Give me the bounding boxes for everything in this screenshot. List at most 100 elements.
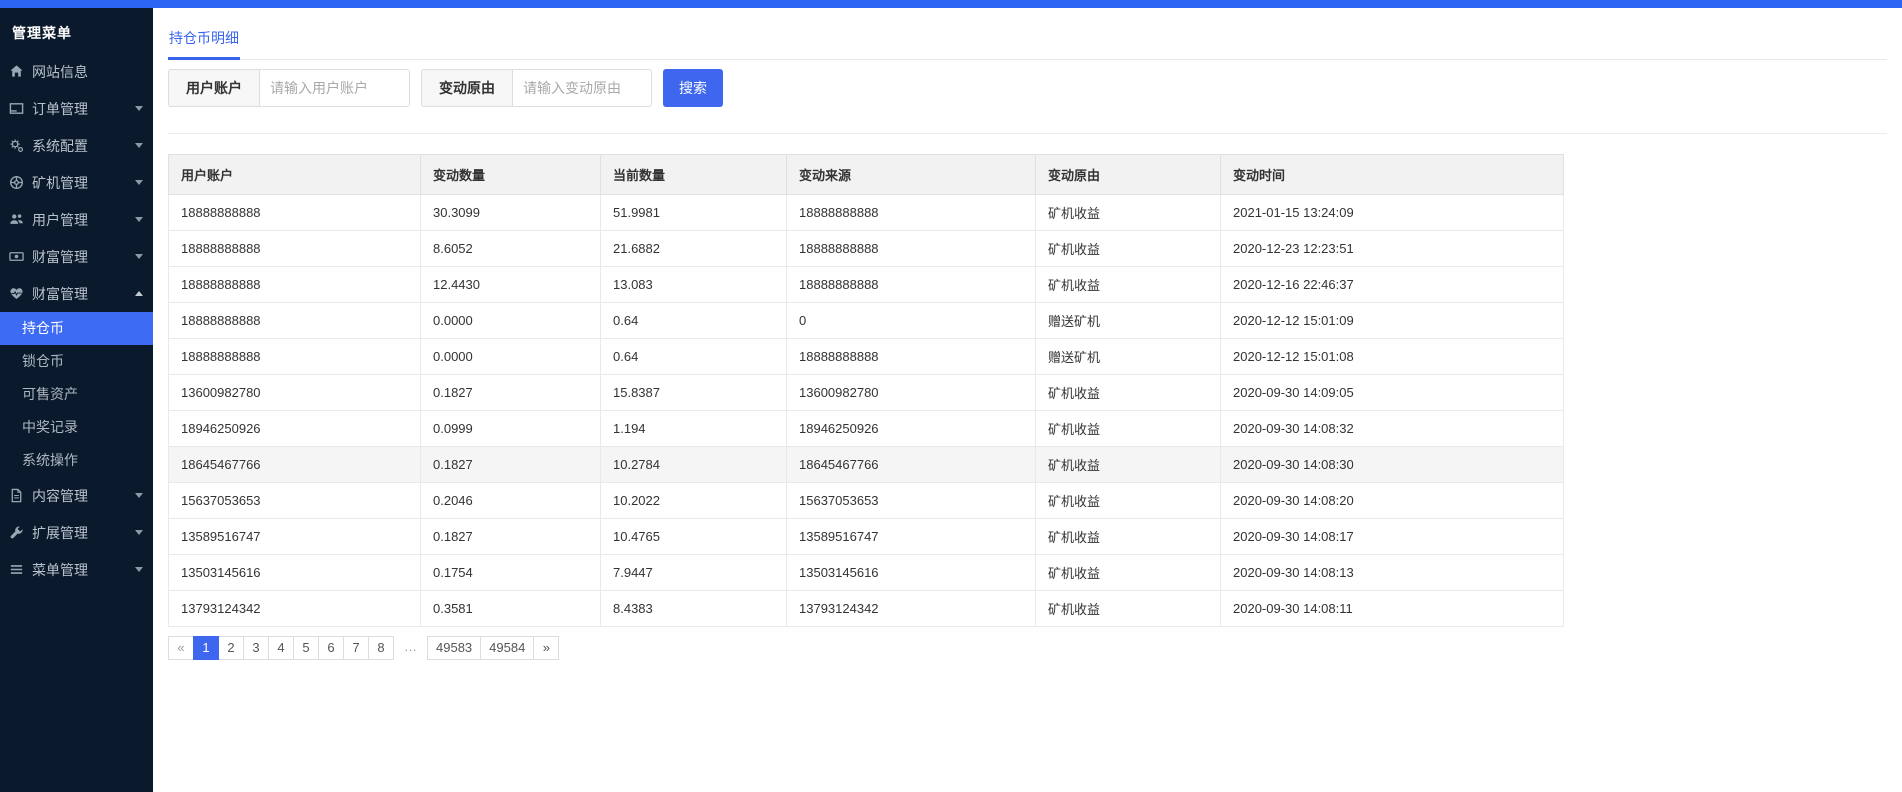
column-header: 当前数量 [601, 155, 787, 195]
gears-icon [9, 138, 25, 153]
prev-page-button[interactable]: « [168, 636, 194, 660]
chevron-down-icon [135, 493, 143, 498]
page-button[interactable]: 7 [343, 636, 369, 660]
users-icon [9, 212, 25, 227]
table-cell: 0.64 [601, 339, 787, 375]
sidebar-item[interactable]: 财富管理 [0, 238, 153, 275]
sidebar-subitem[interactable]: 可售资产 [0, 378, 153, 411]
sidebar-item-label: 系统配置 [32, 136, 88, 156]
table-cell: 13589516747 [787, 519, 1036, 555]
table-cell: 矿机收益 [1036, 231, 1221, 267]
table-cell: 10.4765 [601, 519, 787, 555]
table-cell: 2020-09-30 14:09:05 [1221, 375, 1564, 411]
table-row: 1888888888830.309951.998118888888888矿机收益… [169, 195, 1564, 231]
table-cell: 0.3581 [421, 591, 601, 627]
page-button[interactable]: 49583 [427, 636, 481, 660]
table-cell: 0 [787, 303, 1036, 339]
table-cell: 8.4383 [601, 591, 787, 627]
reason-input-group: 变动原由 [421, 69, 652, 107]
sidebar-item[interactable]: 订单管理 [0, 90, 153, 127]
table-row: 1888888888812.443013.08318888888888矿机收益2… [169, 267, 1564, 303]
page-button[interactable]: 49584 [480, 636, 534, 660]
page-button[interactable]: 5 [293, 636, 319, 660]
table-cell: 0.64 [601, 303, 787, 339]
account-label: 用户账户 [168, 69, 259, 107]
account-input[interactable] [259, 69, 410, 107]
table-cell: 13793124342 [169, 591, 421, 627]
table-cell: 2020-09-30 14:08:30 [1221, 447, 1564, 483]
chevron-down-icon [135, 106, 143, 111]
table-cell: 2020-12-12 15:01:09 [1221, 303, 1564, 339]
page-button[interactable]: 2 [218, 636, 244, 660]
table-cell: 18888888888 [787, 195, 1036, 231]
table-cell: 2020-09-30 14:08:11 [1221, 591, 1564, 627]
table-cell: 10.2784 [601, 447, 787, 483]
chevron-down-icon [135, 217, 143, 222]
sidebar-item[interactable]: 扩展管理 [0, 514, 153, 551]
tab-bar: 持仓币明细 [168, 8, 1887, 60]
sidebar-item-label: 订单管理 [32, 99, 88, 119]
search-form: 用户账户 变动原由 搜索 [168, 69, 1887, 107]
table-cell: 1.194 [601, 411, 787, 447]
table-row: 156370536530.204610.202215637053653矿机收益2… [169, 483, 1564, 519]
table-row: 188888888880.00000.640赠送矿机2020-12-12 15:… [169, 303, 1564, 339]
page-button[interactable]: 1 [193, 636, 219, 660]
sidebar-item[interactable]: 矿机管理 [0, 164, 153, 201]
page-button[interactable]: 6 [318, 636, 344, 660]
sidebar-subitem[interactable]: 中奖记录 [0, 411, 153, 444]
sidebar-item[interactable]: 网站信息 [0, 53, 153, 90]
wrench-icon [9, 525, 25, 540]
table-cell: 18888888888 [169, 339, 421, 375]
menu-icon [9, 562, 25, 577]
sidebar-item-label: 矿机管理 [32, 173, 88, 193]
table-cell: 51.9981 [601, 195, 787, 231]
table-cell: 矿机收益 [1036, 411, 1221, 447]
chevron-down-icon [135, 530, 143, 535]
table-cell: 7.9447 [601, 555, 787, 591]
table-cell: 18888888888 [787, 231, 1036, 267]
sidebar-item-label: 内容管理 [32, 486, 88, 506]
reason-input[interactable] [512, 69, 652, 107]
sidebar-item-label: 用户管理 [32, 210, 88, 230]
column-header: 变动时间 [1221, 155, 1564, 195]
sidebar-subitem[interactable]: 持仓币 [0, 312, 153, 345]
table-cell: 18888888888 [787, 339, 1036, 375]
table-row: 135895167470.182710.476513589516747矿机收益2… [169, 519, 1564, 555]
table-cell: 赠送矿机 [1036, 303, 1221, 339]
table-row: 188888888888.605221.688218888888888矿机收益2… [169, 231, 1564, 267]
tab-position-coin-detail[interactable]: 持仓币明细 [168, 20, 240, 60]
table-cell: 2020-12-23 12:23:51 [1221, 231, 1564, 267]
table-cell: 13589516747 [169, 519, 421, 555]
table-row: 186454677660.182710.278418645467766矿机收益2… [169, 447, 1564, 483]
topbar [0, 0, 1902, 8]
table-cell: 0.1754 [421, 555, 601, 591]
sidebar-item[interactable]: 内容管理 [0, 477, 153, 514]
sidebar-menu: 网站信息订单管理系统配置矿机管理用户管理财富管理财富管理持仓币锁仓币可售资产中奖… [0, 53, 153, 588]
chevron-down-icon [135, 180, 143, 185]
table-header-row: 用户账户变动数量当前数量变动来源变动原由变动时间 [169, 155, 1564, 195]
sidebar-item[interactable]: 菜单管理 [0, 551, 153, 588]
table-cell: 15637053653 [169, 483, 421, 519]
sidebar-item[interactable]: 系统配置 [0, 127, 153, 164]
page-button[interactable]: 8 [368, 636, 394, 660]
table-cell: 0.0000 [421, 339, 601, 375]
page-button[interactable]: 4 [268, 636, 294, 660]
table-cell: 矿机收益 [1036, 267, 1221, 303]
search-button[interactable]: 搜索 [663, 69, 723, 107]
page-button[interactable]: 3 [243, 636, 269, 660]
table-cell: 18888888888 [169, 231, 421, 267]
positions-table: 用户账户变动数量当前数量变动来源变动原由变动时间 1888888888830.3… [168, 154, 1564, 627]
table-row: 136009827800.182715.838713600982780矿机收益2… [169, 375, 1564, 411]
sidebar-item[interactable]: 用户管理 [0, 201, 153, 238]
chevron-down-icon [135, 567, 143, 572]
sidebar-subitem[interactable]: 系统操作 [0, 444, 153, 477]
chevron-down-icon [135, 254, 143, 259]
next-page-button[interactable]: » [533, 636, 559, 660]
sidebar-item[interactable]: 财富管理 [0, 275, 153, 312]
table-cell: 0.1827 [421, 447, 601, 483]
sidebar-subitem[interactable]: 锁仓币 [0, 345, 153, 378]
table-cell: 矿机收益 [1036, 447, 1221, 483]
column-header: 变动数量 [421, 155, 601, 195]
table-row: 189462509260.09991.19418946250926矿机收益202… [169, 411, 1564, 447]
table-cell: 2020-09-30 14:08:20 [1221, 483, 1564, 519]
